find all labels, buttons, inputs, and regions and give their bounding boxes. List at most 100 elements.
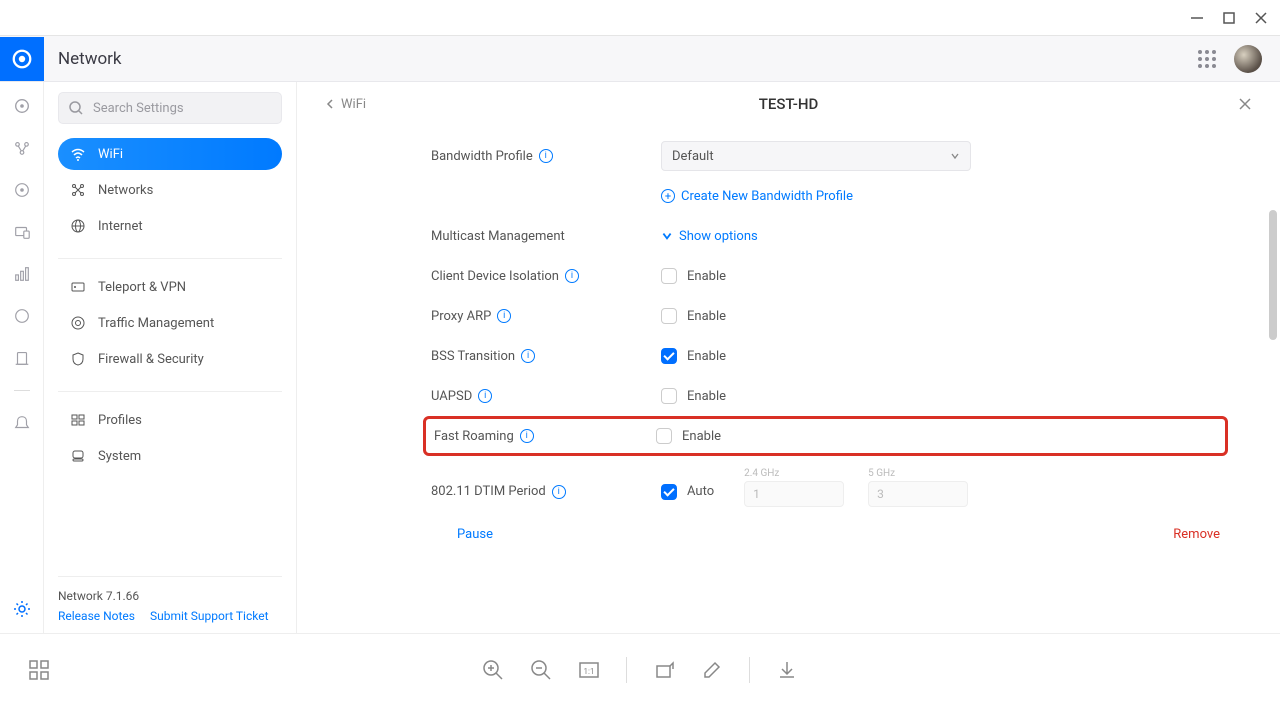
sidebar-item-teleport[interactable]: Teleport & VPN: [58, 271, 282, 303]
sidebar-item-label: Traffic Management: [98, 316, 214, 331]
networks-icon: [70, 182, 86, 198]
sidebar-item-system[interactable]: System: [58, 440, 282, 472]
rail-gateway-icon[interactable]: [12, 348, 32, 368]
sidebar-item-internet[interactable]: Internet: [58, 210, 282, 242]
fast-roaming-row: Fast Roaming i Enable: [423, 416, 1228, 456]
dtim-24-input[interactable]: [744, 481, 844, 507]
enable-label: Enable: [687, 349, 726, 364]
wifi-icon: [70, 146, 86, 162]
sidebar-item-label: Firewall & Security: [98, 352, 204, 367]
vpn-icon: [70, 279, 86, 295]
search-input[interactable]: [58, 92, 282, 124]
multicast-label: Multicast Management: [431, 229, 565, 244]
fast-roaming-label: Fast Roaming: [434, 429, 514, 444]
edit-icon[interactable]: [701, 659, 723, 681]
shield-icon: [70, 351, 86, 367]
sidebar-item-networks[interactable]: Networks: [58, 174, 282, 206]
info-icon[interactable]: i: [565, 269, 579, 283]
download-icon[interactable]: [776, 659, 798, 681]
rotate-icon[interactable]: [653, 659, 675, 681]
version-text: Network 7.1.66: [58, 589, 282, 603]
rail-stats-icon[interactable]: [12, 264, 32, 284]
sidebar-item-label: Internet: [98, 219, 143, 234]
dtim-5-label: 5 GHz: [868, 468, 968, 479]
bandwidth-select[interactable]: Default: [661, 141, 971, 171]
globe-icon: [70, 218, 86, 234]
system-icon: [70, 448, 86, 464]
content-title: TEST-HD: [759, 95, 819, 113]
back-link[interactable]: WiFi: [325, 97, 366, 112]
info-icon[interactable]: i: [539, 149, 553, 163]
client-isolation-checkbox[interactable]: [661, 268, 677, 284]
sidebar-item-wifi[interactable]: WiFi: [58, 138, 282, 170]
zoom-out-icon[interactable]: [530, 659, 552, 681]
info-icon[interactable]: i: [497, 309, 511, 323]
bandwidth-label: Bandwidth Profile: [431, 149, 533, 164]
fast-roaming-checkbox[interactable]: [656, 428, 672, 444]
window-titlebar: [0, 0, 1280, 36]
content-close-button[interactable]: [1238, 97, 1252, 111]
dtim-label: 802.11 DTIM Period: [431, 484, 546, 499]
plus-circle-icon: +: [661, 189, 675, 203]
svg-text:1:1: 1:1: [584, 667, 595, 676]
release-notes-link[interactable]: Release Notes: [58, 609, 135, 623]
search-icon: [68, 100, 84, 116]
enable-label: Enable: [682, 429, 721, 444]
grid-view-icon[interactable]: [28, 659, 50, 681]
enable-label: Enable: [687, 269, 726, 284]
enable-label: Enable: [687, 309, 726, 324]
dtim-auto-checkbox[interactable]: [661, 484, 677, 500]
page-title: Network: [58, 49, 1198, 69]
chevron-left-icon: [325, 99, 335, 109]
profiles-icon: [70, 412, 86, 428]
avatar[interactable]: [1234, 45, 1262, 73]
remove-button[interactable]: Remove: [1173, 527, 1220, 542]
bss-label: BSS Transition: [431, 349, 515, 364]
bss-checkbox[interactable]: [661, 348, 677, 364]
dtim-5-input[interactable]: [868, 481, 968, 507]
app-logo[interactable]: [0, 37, 44, 81]
sidebar-item-firewall[interactable]: Firewall & Security: [58, 343, 282, 375]
content-panel: WiFi TEST-HD Bandwidth Profile i Default: [297, 82, 1280, 633]
info-icon[interactable]: i: [478, 389, 492, 403]
info-icon[interactable]: i: [520, 429, 534, 443]
info-icon[interactable]: i: [521, 349, 535, 363]
show-options-link[interactable]: Show options: [661, 229, 758, 244]
client-isolation-label: Client Device Isolation: [431, 269, 559, 284]
uapsd-label: UAPSD: [431, 389, 472, 404]
auto-label: Auto: [687, 484, 714, 499]
scrollbar[interactable]: [1269, 210, 1277, 340]
sidebar-item-traffic[interactable]: Traffic Management: [58, 307, 282, 339]
sidebar-item-label: Profiles: [98, 413, 142, 428]
sidebar-item-label: Teleport & VPN: [98, 280, 186, 295]
enable-label: Enable: [687, 389, 726, 404]
chevron-down-icon: [950, 151, 960, 161]
apps-grid-icon[interactable]: [1198, 50, 1216, 68]
settings-sidebar: WiFi Networks Internet Teleport & VPN Tr…: [44, 82, 297, 633]
proxy-arp-checkbox[interactable]: [661, 308, 677, 324]
minimize-button[interactable]: [1190, 11, 1204, 25]
proxy-arp-label: Proxy ARP: [431, 309, 491, 324]
sidebar-item-label: System: [98, 449, 141, 464]
rail-devices-icon[interactable]: [12, 222, 32, 242]
actual-size-icon[interactable]: 1:1: [578, 659, 600, 681]
sidebar-item-label: WiFi: [98, 147, 123, 162]
pause-button[interactable]: Pause: [457, 527, 493, 542]
rail-map-icon[interactable]: [12, 306, 32, 326]
uapsd-checkbox[interactable]: [661, 388, 677, 404]
sidebar-item-profiles[interactable]: Profiles: [58, 404, 282, 436]
rail-radio-icon[interactable]: [12, 180, 32, 200]
rail-settings-icon[interactable]: [12, 599, 32, 619]
sidebar-item-label: Networks: [98, 183, 153, 198]
rail-dashboard-icon[interactable]: [12, 96, 32, 116]
rail-notifications-icon[interactable]: [12, 413, 32, 433]
close-button[interactable]: [1254, 11, 1268, 25]
zoom-in-icon[interactable]: [482, 659, 504, 681]
traffic-icon: [70, 315, 86, 331]
maximize-button[interactable]: [1222, 11, 1236, 25]
support-ticket-link[interactable]: Submit Support Ticket: [150, 609, 269, 623]
info-icon[interactable]: i: [552, 485, 566, 499]
rail-topology-icon[interactable]: [12, 138, 32, 158]
create-bandwidth-link[interactable]: + Create New Bandwidth Profile: [661, 189, 853, 204]
dtim-24-label: 2.4 GHz: [744, 468, 844, 479]
